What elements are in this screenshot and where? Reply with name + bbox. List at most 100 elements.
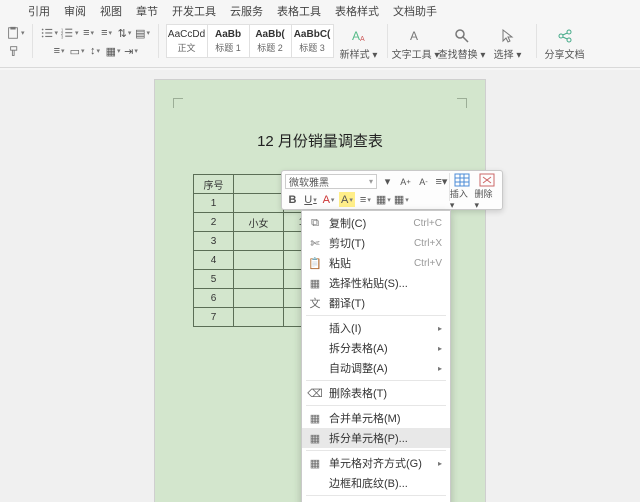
select-button[interactable]: 选择 ▾ xyxy=(487,24,529,64)
style-h3[interactable]: AaBbC(标题 3 xyxy=(292,24,334,58)
ribbon-group-paragraph: 123 ≡ ≡ ⇅ ▤ ≡ ▭ ↕ ▦ ⇥ xyxy=(40,24,151,60)
ribbon: 123 ≡ ≡ ⇅ ▤ ≡ ▭ ↕ ▦ ⇥ AaCcDd正文 AaBb标题 1 … xyxy=(0,20,640,68)
insert-mini-button[interactable]: 插入 ▾ xyxy=(450,173,475,211)
spacing-button[interactable]: ⇅ xyxy=(117,24,133,42)
menu-item-icon: ⧉ xyxy=(308,216,322,230)
context-menu-item[interactable]: 自动调整(A)▸ xyxy=(302,358,450,378)
context-menu-item[interactable]: ✄剪切(T)Ctrl+X xyxy=(302,233,450,253)
context-menu-item[interactable]: ▦选择性粘贴(S)... xyxy=(302,273,450,293)
find-replace-button[interactable]: 查找替换 ▾ xyxy=(441,24,483,64)
style-normal[interactable]: AaCcDd正文 xyxy=(166,24,208,58)
menu-item[interactable]: 表格工具 xyxy=(277,3,321,19)
menu-item-label: 复制(C) xyxy=(329,215,366,231)
border-button[interactable]: ▦ xyxy=(105,42,121,60)
table-cell: 3 xyxy=(194,232,234,251)
menu-item[interactable]: 文档助手 xyxy=(393,3,437,19)
menu-item-icon: ⌫ xyxy=(308,386,322,400)
menu-item-label: 剪切(T) xyxy=(329,235,365,251)
font-size-select[interactable]: ▾ xyxy=(380,174,395,189)
shading-button[interactable]: ▭ xyxy=(69,42,85,60)
document-page: 12 月份销量调查表 序号 1 2小女12.265300 3300 4300 5… xyxy=(155,80,485,502)
menu-item[interactable]: 开发工具 xyxy=(172,3,216,19)
menu-item-icon xyxy=(308,321,322,335)
menu-item-icon: ✄ xyxy=(308,236,322,250)
menu-item-icon: 📋 xyxy=(308,256,322,270)
line-button[interactable]: ↕ xyxy=(87,42,103,60)
context-menu-item[interactable]: 📋粘贴Ctrl+V xyxy=(302,253,450,273)
menu-item-icon: ▦ xyxy=(308,431,322,445)
align-mini-button[interactable]: ≡ xyxy=(358,192,373,207)
menu-item-label: 拆分表格(A) xyxy=(329,340,388,356)
ribbon-group-clipboard xyxy=(6,24,25,60)
menu-item-icon xyxy=(308,476,322,490)
context-menu-item[interactable]: ⟷文字方向(X)... xyxy=(302,498,450,502)
mini-toolbar: 微软雅黑▾ ▾ A+ A- ≡▾ B U A A ≡ ▦ xyxy=(281,170,503,210)
font-color-button[interactable]: A xyxy=(321,192,336,207)
menu-item-label: 合并单元格(M) xyxy=(329,410,401,426)
highlight-button[interactable]: A xyxy=(339,192,355,207)
border-mini-button[interactable]: ▦ xyxy=(376,192,391,207)
menu-item-icon: ⽂ xyxy=(308,296,322,310)
paste-button[interactable] xyxy=(6,24,25,42)
menu-item[interactable]: 审阅 xyxy=(64,3,86,19)
menu-item-label: 翻译(T) xyxy=(329,295,365,311)
menu-item[interactable]: 章节 xyxy=(136,3,158,19)
menu-item-label: 单元格对齐方式(G) xyxy=(329,455,422,471)
table-cell: 5 xyxy=(194,270,234,289)
menu-item-icon xyxy=(308,361,322,375)
style-gallery[interactable]: AaCcDd正文 AaBb标题 1 AaBb(标题 2 AaBbC(标题 3 xyxy=(166,24,334,58)
menu-item[interactable]: 引用 xyxy=(28,3,50,19)
font-name-select[interactable]: 微软雅黑▾ xyxy=(285,174,377,189)
context-menu-item[interactable]: ⽂翻译(T) xyxy=(302,293,450,313)
context-menu-item[interactable]: ▦单元格对齐方式(G)▸ xyxy=(302,453,450,473)
context-menu-item[interactable]: ▦拆分单元格(P)... xyxy=(302,428,450,448)
grow-font-button[interactable]: A+ xyxy=(398,174,413,189)
menu-item-icon: ▦ xyxy=(308,411,322,425)
context-menu-item[interactable]: ⌫删除表格(T) xyxy=(302,383,450,403)
table-cell: 4 xyxy=(194,251,234,270)
margin-corner-icon xyxy=(173,98,183,108)
menu-item-label: 粘贴 xyxy=(329,255,351,271)
bold-button[interactable]: B xyxy=(285,192,300,207)
menu-item[interactable]: 视图 xyxy=(100,3,122,19)
new-style-button[interactable]: AA新样式 ▾ xyxy=(338,24,380,64)
tab-button[interactable]: ⇥ xyxy=(123,42,139,60)
sort-button[interactable]: ▤ xyxy=(135,24,151,42)
svg-text:A: A xyxy=(352,29,360,43)
svg-text:A: A xyxy=(410,29,418,43)
page-title: 12 月份销量调查表 xyxy=(155,130,485,151)
underline-button[interactable]: U xyxy=(303,192,318,207)
context-menu-item[interactable]: 边框和底纹(B)... xyxy=(302,473,450,493)
outdent-button[interactable]: ≡ xyxy=(99,24,115,42)
menu-item[interactable]: 云服务 xyxy=(230,3,263,19)
context-menu-item[interactable]: ⧉复制(C)Ctrl+C xyxy=(302,213,450,233)
text-tools-button[interactable]: A文字工具 ▾ xyxy=(395,24,437,64)
style-h2[interactable]: AaBb(标题 2 xyxy=(250,24,292,58)
table-cell: 2 xyxy=(194,213,234,232)
share-button[interactable]: 分享文档 xyxy=(544,24,586,64)
menu-item-icon: ▦ xyxy=(308,456,322,470)
menu-item[interactable]: 表格样式 xyxy=(335,3,379,19)
context-menu-item[interactable]: ▦ 合并单元格(M) xyxy=(302,408,450,428)
style-h1[interactable]: AaBb标题 1 xyxy=(208,24,250,58)
shrink-font-button[interactable]: A- xyxy=(416,174,431,189)
menu-item-icon xyxy=(308,341,322,355)
merge-mini-button[interactable]: ▦ xyxy=(394,192,409,207)
format-painter-button[interactable] xyxy=(7,42,23,60)
workspace: 12 月份销量调查表 序号 1 2小女12.265300 3300 4300 5… xyxy=(0,70,640,502)
context-menu-item[interactable]: 插入(I)▸ xyxy=(302,318,450,338)
svg-text:3: 3 xyxy=(61,34,64,39)
delete-mini-button[interactable]: 删除 ▾ xyxy=(474,173,499,211)
indent-button[interactable]: ≡ xyxy=(81,24,97,42)
numbering-button[interactable]: 123 xyxy=(60,24,79,42)
bullets-button[interactable] xyxy=(40,24,59,42)
app-root: 引用 审阅 视图 章节 开发工具 云服务 表格工具 表格样式 文档助手 123 … xyxy=(0,0,640,502)
table-cell: 1 xyxy=(194,194,234,213)
svg-text:A: A xyxy=(360,36,365,43)
context-menu-item[interactable]: 拆分表格(A)▸ xyxy=(302,338,450,358)
margin-corner-icon xyxy=(457,98,467,108)
menu-bar: 引用 审阅 视图 章节 开发工具 云服务 表格工具 表格样式 文档助手 xyxy=(0,0,640,20)
table-header: 序号 xyxy=(194,175,234,194)
bullets-mini-button[interactable]: ≡▾ xyxy=(434,174,449,189)
align-button[interactable]: ≡ xyxy=(51,42,67,60)
